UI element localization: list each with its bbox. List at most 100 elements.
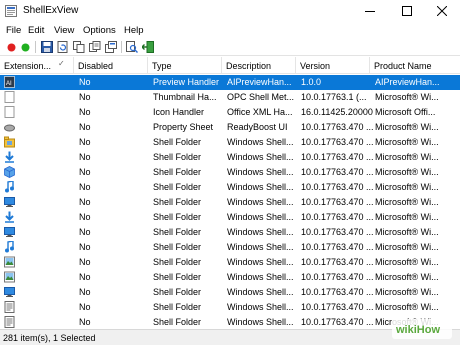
column-header-version[interactable]: Version: [296, 57, 370, 74]
cell-product-name: Microsoft® Wi...: [375, 152, 439, 162]
cell-description: ReadyBoost UI: [227, 122, 288, 132]
cell-type: Shell Folder: [153, 197, 202, 207]
cell-description: OPC Shell Met...: [227, 92, 295, 102]
disable-button[interactable]: [5, 41, 17, 53]
html-report-button[interactable]: [89, 41, 101, 53]
table-row[interactable]: No Shell Folder Windows Shell... 10.0.17763…: [0, 165, 460, 180]
column-header-extension[interactable]: Extension... ✓: [0, 57, 74, 74]
cell-disabled: No: [79, 302, 91, 312]
table-row[interactable]: No Shell Folder Windows Shell... 10.0.17763…: [0, 240, 460, 255]
cell-disabled: No: [79, 317, 91, 327]
column-header-label: Extension...: [4, 61, 52, 71]
enable-button[interactable]: [19, 41, 31, 53]
download-icon: [4, 211, 15, 223]
table-row[interactable]: No Icon Handler Office XML Ha... 16.0.11425…: [0, 105, 460, 120]
column-header-label: Disabled: [78, 61, 114, 71]
table-row[interactable]: No Shell Folder Windows Shell... 10.0.17763…: [0, 135, 460, 150]
cell-product-name: Microsoft® Wi...: [375, 122, 439, 132]
cell-description: Windows Shell...: [227, 272, 294, 282]
cell-description: Windows Shell...: [227, 317, 294, 327]
green-dot-icon: [21, 43, 29, 51]
table-row[interactable]: No Shell Folder Windows Shell... 10.0.17763…: [0, 300, 460, 315]
cell-type: Shell Folder: [153, 242, 202, 252]
cell-type: Shell Folder: [153, 272, 202, 282]
table-row[interactable]: No Shell Folder Windows Shell... 10.0.17763…: [0, 255, 460, 270]
column-header-type[interactable]: Type: [148, 57, 222, 74]
cell-product-name: Microsoft® Wi...: [375, 167, 439, 177]
cell-disabled: No: [79, 242, 91, 252]
table-row[interactable]: No Shell Folder Windows Shell... 10.0.17763…: [0, 225, 460, 240]
picture-icon: [4, 271, 15, 283]
table-row[interactable]: No Shell Folder Windows Shell... 10.0.17763…: [0, 315, 460, 328]
column-header-product-name[interactable]: Product Name: [370, 57, 460, 74]
cell-version: 10.0.17763.470 ...: [301, 317, 373, 327]
document-icon: [4, 301, 15, 313]
cell-version: 10.0.17763.470 ...: [301, 122, 373, 132]
column-header-disabled[interactable]: Disabled: [74, 57, 148, 74]
desktop-icon: [4, 196, 15, 208]
menu-options[interactable]: Options: [83, 25, 116, 36]
table-row[interactable]: No Shell Folder Windows Shell... 10.0.17763…: [0, 150, 460, 165]
table-row[interactable]: No Property Sheet ReadyBoost UI 10.0.17763.…: [0, 120, 460, 135]
cell-version: 16.0.11425.20000: [301, 107, 373, 117]
menu-view[interactable]: View: [54, 25, 74, 36]
cell-type: Property Sheet: [153, 122, 214, 132]
cell-description: Windows Shell...: [227, 212, 294, 222]
cell-description: Windows Shell...: [227, 137, 294, 147]
cell-description: Windows Shell...: [227, 167, 294, 177]
sort-indicator-icon: ✓: [58, 59, 65, 68]
column-header-label: Description: [226, 61, 272, 71]
minimize-button[interactable]: [352, 0, 388, 22]
cell-description: Windows Shell...: [227, 227, 294, 237]
desktop-icon: [4, 286, 15, 298]
cell-product-name: Microsoft® Wi...: [375, 212, 439, 222]
table-row[interactable]: No Shell Folder Windows Shell... 10.0.17763…: [0, 195, 460, 210]
table-row[interactable]: No Thumbnail Ha... OPC Shell Met... 10.0.17…: [0, 90, 460, 105]
cell-description: Windows Shell...: [227, 287, 294, 297]
save-button[interactable]: [41, 41, 53, 53]
table-row[interactable]: No Shell Folder Windows Shell... 10.0.17763…: [0, 270, 460, 285]
properties-button[interactable]: [105, 41, 117, 53]
menu-bar: File Edit View Options Help: [0, 22, 460, 38]
status-text: 281 item(s), 1 Selected: [3, 333, 96, 343]
maximize-button[interactable]: [389, 0, 425, 22]
cell-product-name: Microsoft® Wi...: [375, 137, 439, 147]
cell-version: 10.0.17763.470 ...: [301, 182, 373, 192]
cell-disabled: No: [79, 77, 91, 87]
cell-disabled: No: [79, 287, 91, 297]
close-button[interactable]: [424, 0, 460, 22]
cell-product-name: AIPreviewHan...: [375, 77, 440, 87]
wikihow-watermark-logo: wikiHow: [392, 319, 452, 339]
cell-description: Windows Shell...: [227, 242, 294, 252]
cell-product-name: Microsoft® Wi...: [375, 242, 439, 252]
picture-icon: [4, 256, 15, 268]
cell-version: 10.0.17763.470 ...: [301, 152, 373, 162]
properties-icon: [105, 41, 117, 53]
cell-product-name: Microsoft® Wi...: [375, 92, 439, 102]
table-row[interactable]: No Shell Folder Windows Shell... 10.0.17763…: [0, 285, 460, 300]
table-row[interactable]: AI No Preview Handler AIPreviewHan... 1.0.0 A…: [0, 75, 460, 90]
exit-button[interactable]: [142, 41, 154, 53]
music-icon: [4, 180, 15, 193]
column-header-description[interactable]: Description: [222, 57, 296, 74]
find-button[interactable]: [126, 41, 138, 53]
cell-type: Shell Folder: [153, 182, 202, 192]
menu-help[interactable]: Help: [124, 25, 144, 36]
copy-button[interactable]: [73, 41, 85, 53]
blank-icon: [4, 106, 15, 118]
cell-description: Windows Shell...: [227, 152, 294, 162]
table-row[interactable]: No Shell Folder Windows Shell... 10.0.17763…: [0, 210, 460, 225]
extensions-list[interactable]: Extension... ✓ Disabled Type Description…: [0, 57, 460, 328]
menu-file[interactable]: File: [6, 25, 21, 36]
cell-disabled: No: [79, 152, 91, 162]
menu-edit[interactable]: Edit: [28, 25, 44, 36]
cell-type: Shell Folder: [153, 287, 202, 297]
cube-icon: [4, 166, 15, 178]
cell-version: 10.0.17763.1 (...: [301, 92, 367, 102]
table-row[interactable]: No Shell Folder Windows Shell... 10.0.17763…: [0, 180, 460, 195]
music-icon: [4, 240, 15, 253]
refresh-button[interactable]: [57, 41, 69, 53]
toolbar-separator: [121, 41, 122, 53]
cell-product-name: Microsoft® Wi...: [375, 302, 439, 312]
column-header-label: Type: [152, 61, 172, 71]
